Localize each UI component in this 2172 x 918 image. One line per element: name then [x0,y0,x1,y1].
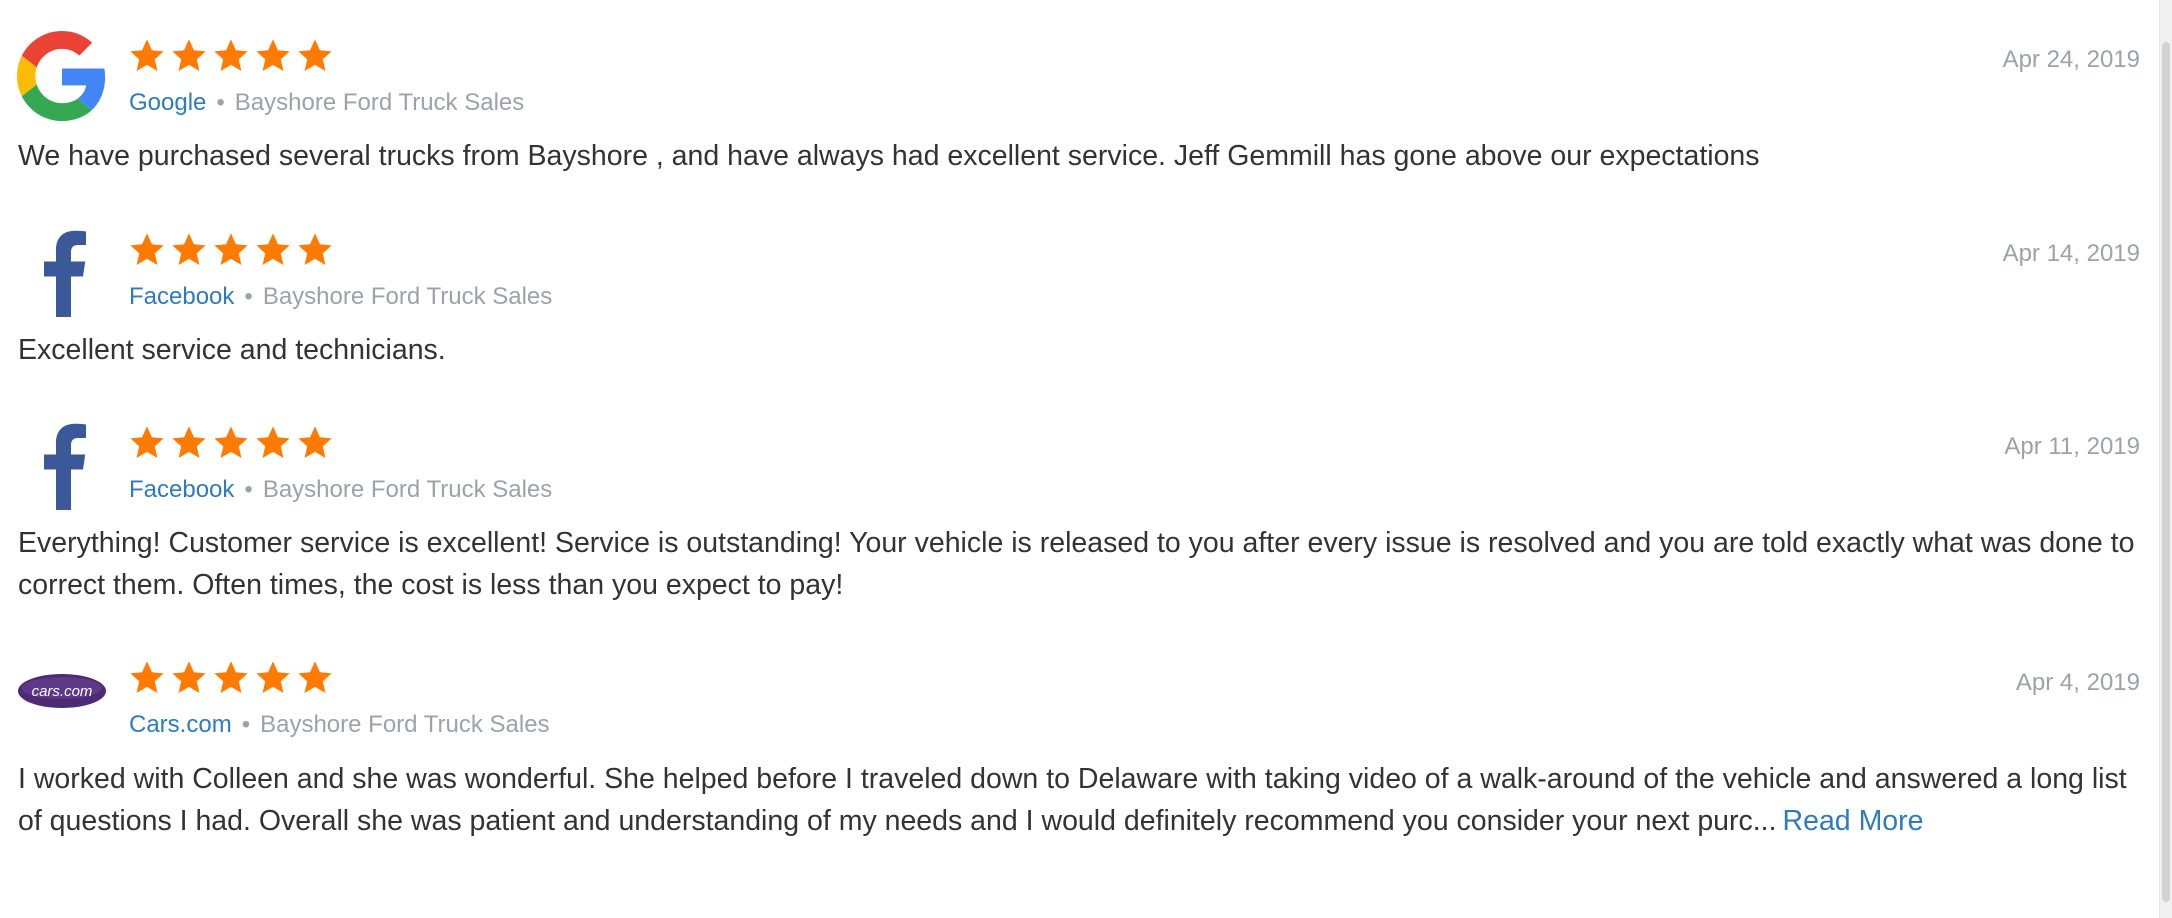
review-text: Everything! Customer service is excellen… [18,527,2135,601]
star-icon [298,661,332,694]
star-icon [214,426,248,459]
star-icon [298,39,332,72]
review-text: We have purchased several trucks from Ba… [18,140,1760,172]
star-rating [128,424,334,462]
reviews-page: Google • Bayshore Ford Truck Sales Apr 24,… [0,0,2172,918]
star-icon [256,233,290,266]
review-source-link[interactable]: Facebook [129,476,234,503]
review-source-line: Cars.com • Bayshore Ford Truck Sales [129,711,550,739]
star-icon [214,233,248,266]
star-icon [298,233,332,266]
google-icon[interactable] [16,30,108,122]
separator-dot: • [244,283,253,310]
business-name: Bayshore Ford Truck Sales [262,283,553,310]
scrollbar-thumb[interactable] [2162,42,2170,902]
review-date: Apr 11, 2019 [2004,433,2140,460]
separator-dot: • [216,89,225,116]
review-date: Apr 4, 2019 [2015,669,2140,696]
vertical-scrollbar[interactable] [2159,0,2172,918]
cars-com-logo-text: cars.com [32,683,93,700]
separator-dot: • [244,476,253,503]
star-icon [172,426,206,459]
facebook-icon[interactable] [16,419,108,511]
review-source-link[interactable]: Google [129,89,206,116]
star-icon [256,426,290,459]
review-card: cars.com Cars.com • Bayshore Ford Truck Sa… [0,645,2160,895]
star-icon [130,426,164,459]
review-source-line: Facebook • Bayshore Ford Truck Sales [129,283,552,311]
business-name: Bayshore Ford Truck Sales [262,476,553,503]
star-icon [298,426,332,459]
star-rating [128,659,334,697]
review-card: Facebook • Bayshore Ford Truck Sales Apr 1… [0,216,2160,366]
review-source-link[interactable]: Facebook [129,283,234,310]
star-icon [172,39,206,72]
business-name: Bayshore Ford Truck Sales [234,89,525,116]
star-icon [214,39,248,72]
star-icon [256,39,290,72]
star-icon [172,661,206,694]
cars-com-icon[interactable]: cars.com [16,645,108,737]
star-rating [128,231,334,269]
read-more-link[interactable]: Read More [1783,805,1924,837]
review-text: Excellent service and technicians. [18,334,446,366]
star-icon [172,233,206,266]
review-text: I worked with Colleen and she was wonder… [18,758,2148,842]
review-source-link[interactable]: Cars.com [129,711,232,738]
review-source-line: Facebook • Bayshore Ford Truck Sales [129,476,552,504]
facebook-icon[interactable] [16,226,108,318]
review-source-line: Google • Bayshore Ford Truck Sales [129,89,524,117]
review-date: Apr 14, 2019 [2002,240,2140,267]
star-icon [130,233,164,266]
review-date: Apr 24, 2019 [2002,46,2140,73]
review-card: Google • Bayshore Ford Truck Sales Apr 24,… [0,22,2160,172]
business-name: Bayshore Ford Truck Sales [260,711,550,738]
separator-dot: • [241,711,251,738]
star-icon [130,661,164,694]
star-icon [214,661,248,694]
star-icon [256,661,290,694]
star-icon [130,39,164,72]
star-rating [128,37,334,75]
review-card: Facebook • Bayshore Ford Truck Sales Apr 1… [0,409,2160,609]
